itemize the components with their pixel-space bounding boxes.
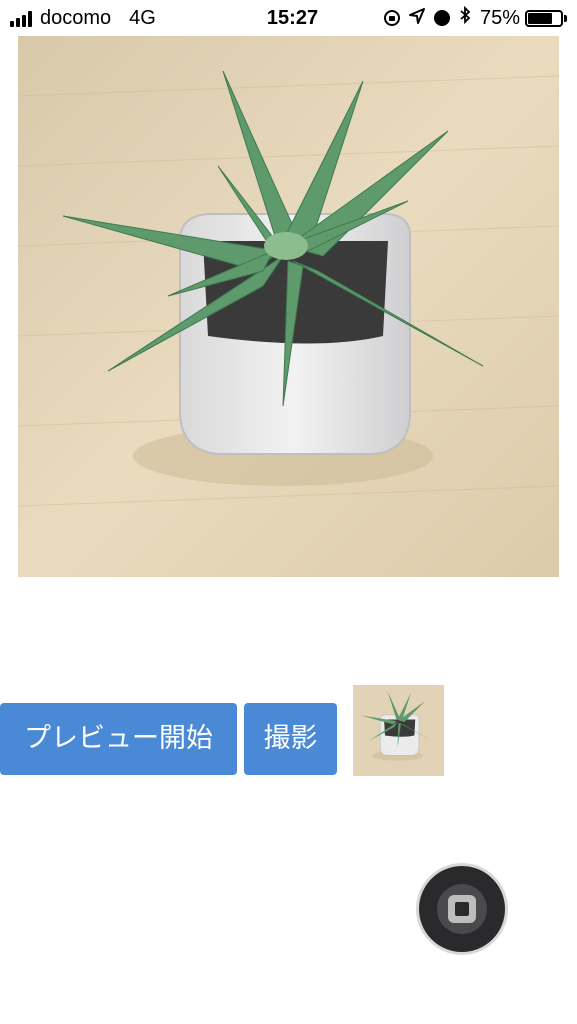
camera-controls: プレビュー開始 撮影 [0, 685, 577, 776]
location-icon [408, 7, 425, 30]
assistive-touch-icon [448, 895, 476, 923]
start-preview-button[interactable]: プレビュー開始 [0, 703, 237, 775]
alarm-icon [433, 10, 450, 26]
bluetooth-icon [459, 5, 471, 30]
battery-fill [528, 12, 552, 24]
rotation-lock-icon [383, 10, 400, 26]
status-bar-right: 75% [383, 5, 567, 30]
captured-photo-thumbnail[interactable] [353, 685, 444, 776]
battery-icon [525, 9, 563, 27]
battery-percent: 75% [479, 6, 520, 29]
shoot-button[interactable]: 撮影 [244, 703, 337, 775]
camera-preview-image [18, 36, 559, 577]
battery-tip [564, 14, 567, 22]
assistive-touch-button[interactable] [416, 863, 508, 955]
status-bar: docomo 4G 15:27 75% [0, 0, 577, 36]
